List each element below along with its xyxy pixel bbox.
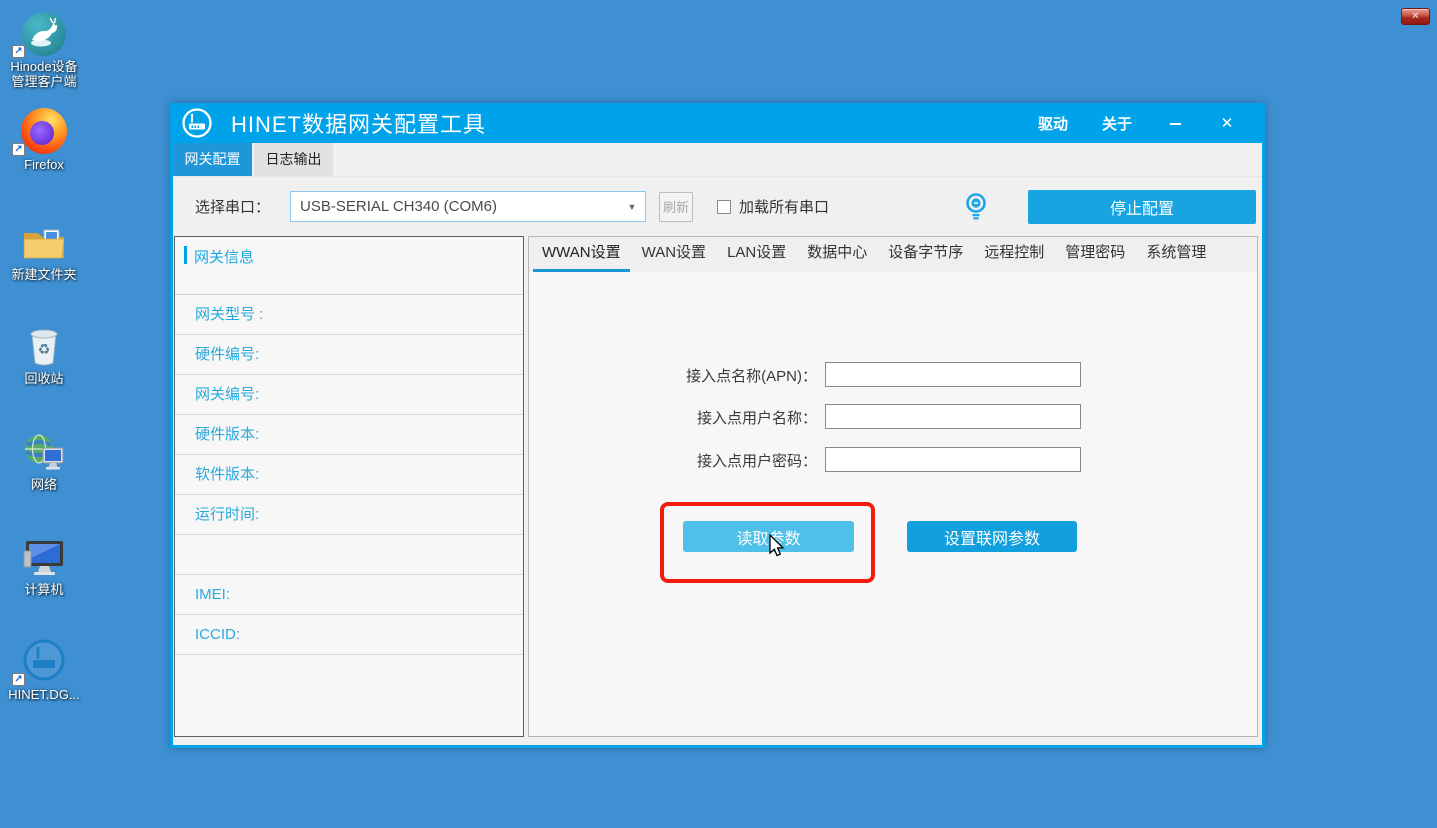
info-row-iccid: ICCID:	[175, 615, 523, 655]
tab-wan[interactable]: WAN设置	[633, 237, 715, 272]
tab-remote-control[interactable]: 远程控制	[975, 237, 1053, 272]
serial-port-label: 选择串口：	[195, 196, 270, 217]
hinode-app-icon	[22, 12, 66, 56]
info-row-spacer	[175, 535, 523, 575]
desktop-icon-label: 新建文件夹	[4, 267, 84, 282]
firefox-icon	[21, 108, 67, 154]
serial-port-value: USB-SERIAL CH340 (COM6)	[291, 198, 619, 215]
apn-username-input[interactable]	[825, 404, 1081, 429]
desktop-icon-recycle-bin[interactable]: ♻ 回收站	[4, 320, 84, 386]
settings-tab-bar: WWAN设置 WAN设置 LAN设置 数据中心 设备字节序 远程控制 管理密码 …	[529, 237, 1257, 272]
network-icon	[21, 432, 67, 474]
desktop-icon-hinet-shortcut[interactable]: ↗ HINET.DG...	[4, 636, 84, 702]
hinet-app-icon	[20, 636, 68, 684]
driver-menu-button[interactable]: 驱动	[1038, 113, 1068, 134]
gateway-info-panel: 网关信息 网关型号 : 硬件编号: 网关编号: 硬件版本: 软件版本: 运行时间…	[174, 236, 524, 737]
window-title: HINET数据网关配置工具	[231, 107, 486, 139]
remote-close-button[interactable]: ✕	[1401, 8, 1430, 25]
desktop-icon-label: 计算机	[4, 582, 84, 597]
info-row-imei: IMEI:	[175, 575, 523, 615]
refresh-button[interactable]: 刷新	[659, 192, 693, 222]
desktop-icon-new-folder[interactable]: 新建文件夹	[4, 216, 84, 282]
about-menu-button[interactable]: 关于	[1102, 113, 1132, 134]
apn-username-label: 接入点用户名称：	[697, 407, 817, 428]
wwan-settings-content: 接入点名称(APN)： 接入点用户名称： 接入点用户密码： 读取参数 设置联网参…	[529, 272, 1257, 736]
tab-system-mgmt[interactable]: 系统管理	[1137, 237, 1215, 272]
tab-gateway-config[interactable]: 网关配置	[173, 143, 252, 176]
info-row-uptime: 运行时间:	[175, 495, 523, 535]
desktop: { "icons": { "close": "✕", "minimize": "…	[0, 0, 1437, 828]
info-row-hw-no: 硬件编号:	[175, 335, 523, 375]
app-logo-icon	[181, 107, 213, 139]
desktop-icon-firefox[interactable]: ↗ Firefox	[4, 106, 84, 172]
window-body: 网关配置 日志输出 选择串口： USB-SERIAL CH340 (COM6) …	[173, 143, 1262, 745]
minimize-icon	[1170, 123, 1181, 125]
tab-wwan[interactable]: WWAN设置	[533, 237, 630, 272]
status-bulb-icon	[964, 191, 988, 223]
titlebar: HINET数据网关配置工具 驱动 关于 ✕	[173, 103, 1262, 143]
shortcut-arrow-icon: ↗	[12, 45, 25, 58]
desktop-icon-label: 回收站	[4, 371, 84, 386]
computer-icon	[21, 539, 67, 579]
desktop-icon-label: 网络	[4, 477, 84, 492]
svg-text:♻: ♻	[38, 341, 51, 357]
tab-admin-password[interactable]: 管理密码	[1056, 237, 1134, 272]
apn-password-input[interactable]	[825, 447, 1081, 472]
info-row-hw-ver: 硬件版本:	[175, 415, 523, 455]
shortcut-arrow-icon: ↗	[12, 673, 25, 686]
info-row-sw-ver: 软件版本:	[175, 455, 523, 495]
stop-config-button[interactable]: 停止配置	[1028, 190, 1256, 224]
serial-port-select[interactable]: USB-SERIAL CH340 (COM6) ▼	[290, 191, 646, 222]
main-tab-bar: 网关配置 日志输出	[173, 143, 1262, 176]
info-row-gw-no: 网关编号:	[175, 375, 523, 415]
settings-panel: WWAN设置 WAN设置 LAN设置 数据中心 设备字节序 远程控制 管理密码 …	[528, 236, 1258, 737]
close-button[interactable]: ✕	[1218, 114, 1236, 132]
desktop-icon-label: Hinode设备	[4, 59, 84, 74]
info-row-model: 网关型号 :	[175, 295, 523, 335]
apn-password-label: 接入点用户密码：	[697, 450, 817, 471]
recycle-bin-icon: ♻	[24, 326, 64, 368]
shortcut-arrow-icon: ↗	[12, 143, 25, 156]
set-network-params-button[interactable]: 设置联网参数	[907, 521, 1077, 552]
load-all-ports-checkbox[interactable]	[717, 200, 731, 214]
toolbar: 选择串口： USB-SERIAL CH340 (COM6) ▼ 刷新 加载所有串…	[173, 176, 1262, 236]
read-params-button[interactable]: 读取参数	[683, 521, 854, 552]
tab-log-output[interactable]: 日志输出	[254, 143, 333, 176]
desktop-icon-hinode-client[interactable]: ↗ Hinode设备管理客户端	[4, 8, 84, 89]
tab-data-center[interactable]: 数据中心	[798, 237, 876, 272]
chevron-down-icon: ▼	[619, 202, 645, 212]
tab-byte-order[interactable]: 设备字节序	[879, 237, 972, 272]
gateway-info-title: 网关信息	[194, 246, 254, 267]
tab-lan[interactable]: LAN设置	[718, 237, 795, 272]
apn-label: 接入点名称(APN)：	[686, 365, 817, 386]
folder-icon	[21, 224, 67, 264]
desktop-icon-network[interactable]: 网络	[4, 426, 84, 492]
accent-bar	[184, 246, 187, 264]
app-window: HINET数据网关配置工具 驱动 关于 ✕ 网关配置 日志输出 选择串口： US…	[170, 103, 1265, 748]
apn-input[interactable]	[825, 362, 1081, 387]
minimize-button[interactable]	[1166, 115, 1184, 132]
load-all-ports-label: 加载所有串口	[739, 196, 829, 217]
desktop-icon-label: Firefox	[4, 157, 84, 172]
desktop-icon-computer[interactable]: 计算机	[4, 531, 84, 597]
panels: 网关信息 网关型号 : 硬件编号: 网关编号: 硬件版本: 软件版本: 运行时间…	[173, 236, 1262, 737]
desktop-icon-label: HINET.DG...	[4, 687, 84, 702]
